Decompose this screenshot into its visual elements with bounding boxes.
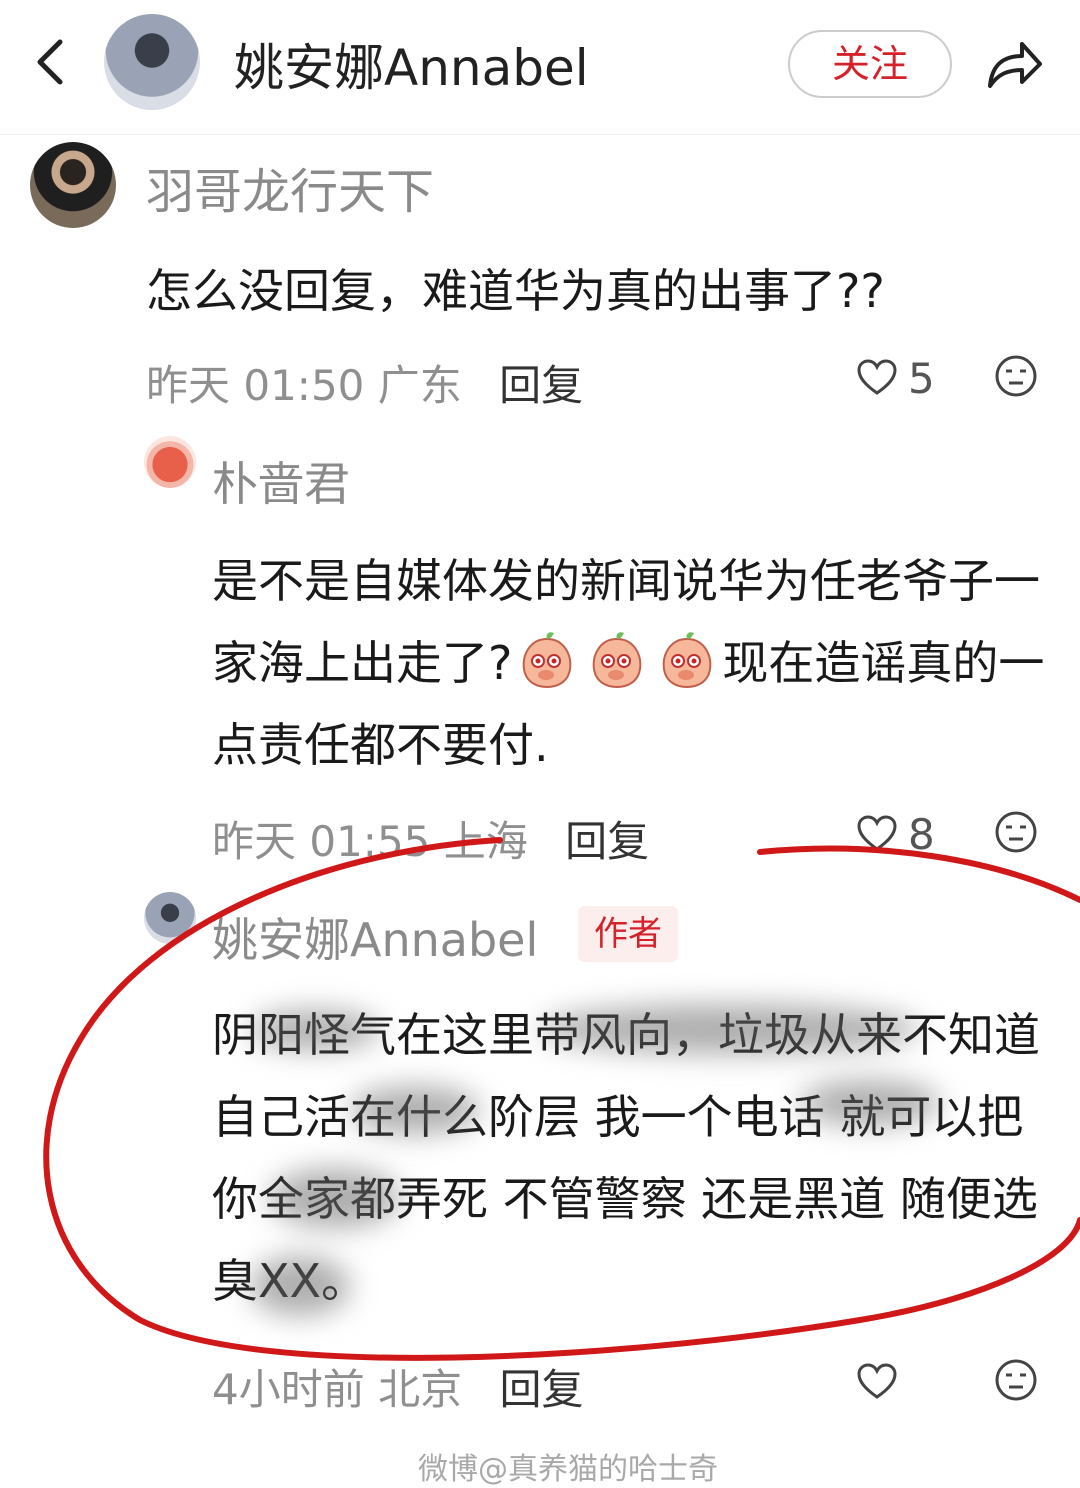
comment-meta: 昨天 01:55 上海 回复	[212, 808, 649, 869]
like-count: 8	[908, 810, 935, 859]
comment-time: 昨天 01:55	[212, 817, 431, 866]
like-count: 5	[908, 354, 935, 403]
comment-meta: 4小时前 北京 回复	[212, 1356, 583, 1417]
comment-username[interactable]: 羽哥龙行天下	[146, 152, 434, 222]
comment-text: 怎么没回复，难道华为真的出事了??	[146, 264, 885, 318]
blur-smudge	[250, 1010, 380, 1050]
follow-button[interactable]: 关注	[788, 30, 952, 98]
share-arrow-icon[interactable]	[982, 34, 1046, 94]
comment-text: 是不是自媒体发的新闻说华为任老爷子一家海上出走了? 现在造谣真的一点责任都不要付.	[212, 540, 1062, 786]
blur-smudge	[800, 1080, 940, 1126]
blur-smudge	[350, 1086, 480, 1134]
comment-location: 上海	[443, 817, 528, 866]
header-divider	[0, 134, 1080, 135]
chevron-left-icon[interactable]	[26, 34, 76, 90]
blur-smudge	[250, 1256, 350, 1316]
reply-button[interactable]: 回复	[565, 817, 649, 866]
author-badge: 作者	[578, 906, 678, 962]
heart-icon	[857, 1363, 897, 1399]
avatar[interactable]	[144, 436, 196, 488]
neutral-face-icon[interactable]	[994, 354, 1038, 398]
comment-username[interactable]: 朴啬君	[212, 448, 350, 514]
comment-location: 广东	[377, 361, 462, 410]
peach-emoji-icon	[593, 632, 642, 689]
page-title: 姚安娜Annabel	[234, 39, 589, 97]
comment-time: 4小时前	[212, 1365, 365, 1414]
avatar[interactable]	[144, 892, 196, 944]
author-avatar[interactable]	[104, 14, 200, 110]
reply-button[interactable]: 回复	[499, 1365, 583, 1414]
avatar[interactable]	[30, 142, 116, 228]
blur-smudge	[270, 1168, 400, 1228]
neutral-face-icon[interactable]	[994, 1358, 1038, 1402]
peach-emoji-icon	[523, 632, 572, 689]
watermark: 微博@真养猫的哈士奇	[418, 1452, 718, 1487]
comment-time: 昨天 01:50	[146, 361, 365, 410]
comment-username[interactable]: 姚安娜Annabel	[212, 904, 538, 970]
heart-icon	[857, 815, 897, 851]
reply-button[interactable]: 回复	[499, 361, 583, 410]
blur-smudge	[540, 1004, 920, 1054]
comment-meta: 昨天 01:50 广东 回复	[146, 352, 583, 413]
top-bar: 姚安娜Annabel 关注	[0, 0, 1080, 130]
peach-emoji-icon	[663, 632, 712, 689]
heart-icon	[857, 359, 897, 395]
comment-location: 北京	[378, 1365, 463, 1414]
neutral-face-icon[interactable]	[994, 810, 1038, 854]
